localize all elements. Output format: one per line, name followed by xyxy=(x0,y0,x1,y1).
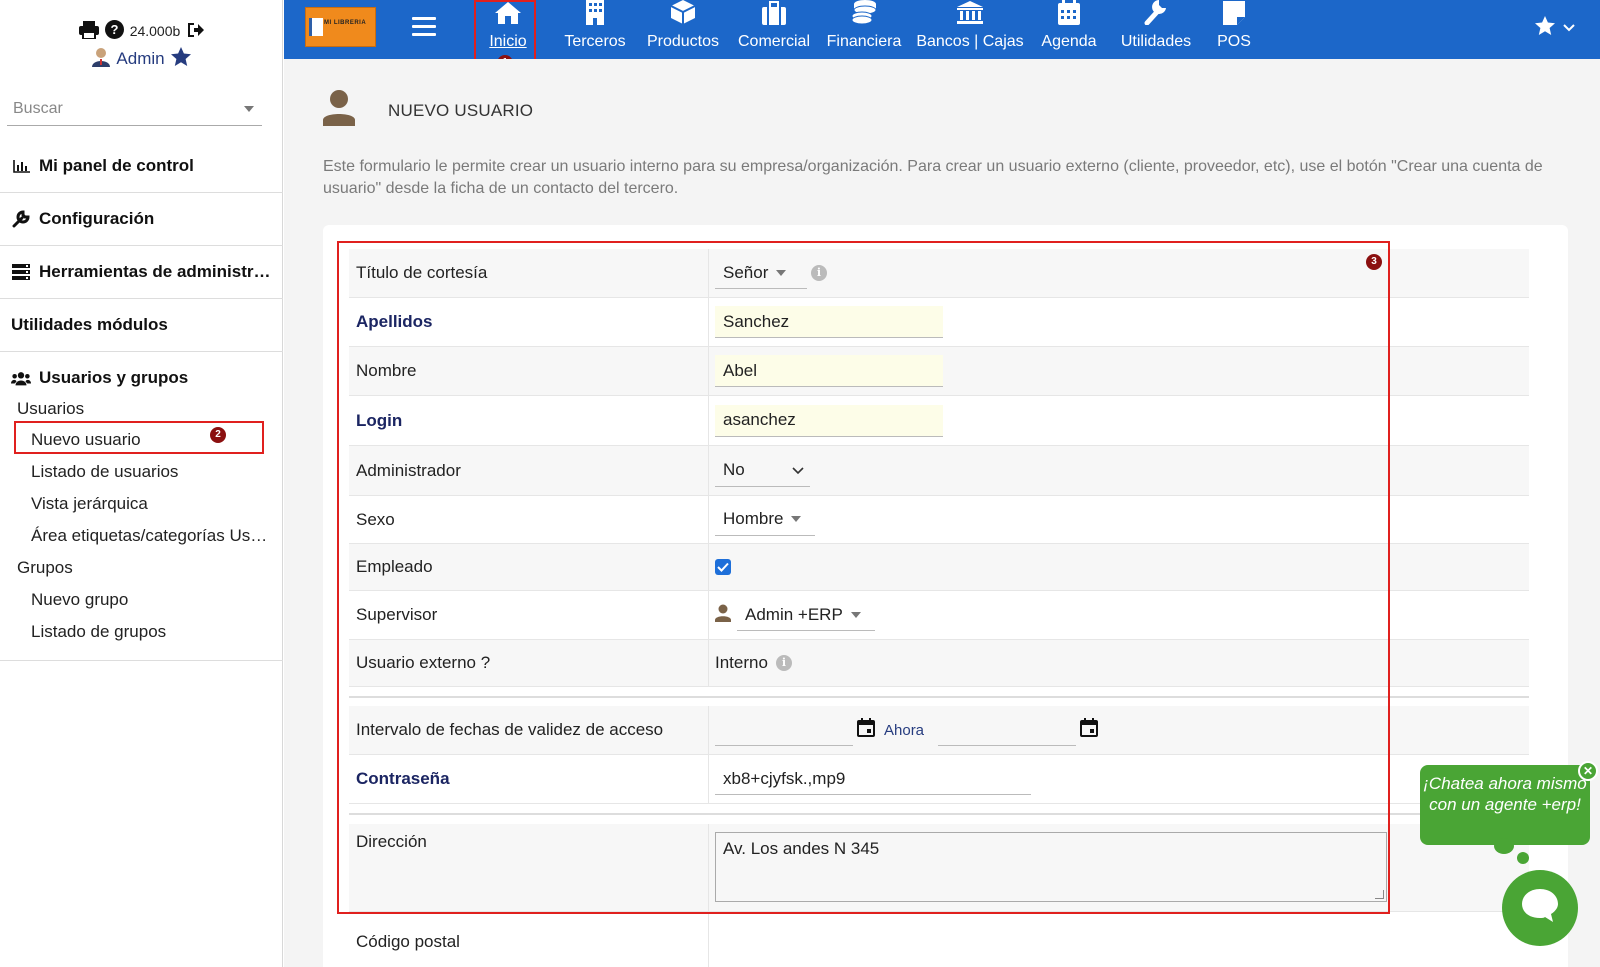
star-icon xyxy=(1535,16,1555,40)
hamburger-menu-icon[interactable] xyxy=(412,17,436,41)
chevron-down-icon xyxy=(244,105,254,112)
users-icon xyxy=(11,371,31,386)
building-icon xyxy=(585,0,605,30)
chat-button[interactable] xyxy=(1502,870,1578,946)
user-icon xyxy=(323,90,355,131)
svg-text:?: ? xyxy=(110,22,118,37)
sidebar-item-tags[interactable]: Área etiquetas/categorías Us… xyxy=(31,526,267,546)
book-icon xyxy=(309,18,323,36)
sidebar-item-user-list[interactable]: Listado de usuarios xyxy=(31,462,178,482)
nav-financiera-label: Financiera xyxy=(826,33,902,50)
sidebar-item-new-user[interactable]: Nuevo usuario xyxy=(31,430,141,450)
step-badge-3: 3 xyxy=(1366,254,1382,270)
coins-icon xyxy=(851,0,877,30)
chat-bubble[interactable]: ¡Chatea ahora mismo con un agente +erp! xyxy=(1420,765,1590,845)
help-icon[interactable]: ? xyxy=(104,20,124,42)
page-title: NUEVO USUARIO xyxy=(388,101,534,120)
sidebar-item-groups[interactable]: Grupos xyxy=(17,558,73,578)
highlight-form xyxy=(337,241,1390,914)
menu-tools-label: Herramientas de administr… xyxy=(39,262,271,281)
server-icon xyxy=(11,264,31,280)
chart-icon xyxy=(11,159,31,173)
nav-comercial-label: Comercial xyxy=(737,33,810,50)
nav-utilidades[interactable]: Utilidades xyxy=(1112,0,1200,59)
printer-icon[interactable] xyxy=(78,20,99,42)
bank-icon xyxy=(957,1,983,30)
nav-productos-label: Productos xyxy=(646,33,720,50)
avatar xyxy=(92,47,111,72)
wrench-icon xyxy=(1144,0,1168,30)
search-input[interactable]: Buscar xyxy=(7,92,262,126)
menu-tools[interactable]: Herramientas de administr… xyxy=(0,246,283,299)
star-icon[interactable] xyxy=(170,47,191,71)
nav-comercial[interactable]: Comercial xyxy=(734,0,814,59)
chat-tail xyxy=(1494,838,1514,854)
nav-terceros[interactable]: Terceros xyxy=(559,0,631,59)
sidebar-user-info: ? 24.000b Admin xyxy=(0,20,283,72)
logout-icon[interactable] xyxy=(186,22,205,41)
user-name[interactable]: Admin xyxy=(116,49,164,69)
nav-bancos-cajas-label: Bancos | Cajas xyxy=(916,33,1024,50)
cube-icon xyxy=(670,0,696,30)
sidebar-item-users[interactable]: Usuarios xyxy=(17,399,84,419)
main-content: NUEVO USUARIO Este formulario le permite… xyxy=(284,59,1600,967)
credits-text: 24.000b xyxy=(129,23,181,39)
nav-bancos-cajas[interactable]: Bancos | Cajas xyxy=(914,0,1026,59)
sidebar-item-hierarchy[interactable]: Vista jerárquica xyxy=(31,494,148,514)
menu-config[interactable]: Configuración xyxy=(0,193,283,246)
company-logo[interactable]: MI LIBRERIA xyxy=(305,7,376,47)
menu-panel[interactable]: Mi panel de control xyxy=(0,140,283,193)
close-icon[interactable]: ✕ xyxy=(1578,761,1598,781)
search-placeholder: Buscar xyxy=(13,99,63,117)
sidebar: ? 24.000b Admin Buscar Mi panel de contr… xyxy=(0,0,283,967)
menu-modules-label: Utilidades módulos xyxy=(11,315,168,334)
menu-config-label: Configuración xyxy=(39,209,155,228)
nav-agenda-label: Agenda xyxy=(1041,33,1097,50)
step-badge-2: 2 xyxy=(210,427,226,443)
nav-utilidades-label: Utilidades xyxy=(1120,33,1192,50)
calendar-icon xyxy=(1057,0,1081,30)
logo-text: MI LIBRERIA xyxy=(324,20,367,26)
label-zip: Código postal xyxy=(349,912,709,967)
nav-agenda[interactable]: Agenda xyxy=(1034,0,1104,59)
sidebar-item-new-group[interactable]: Nuevo grupo xyxy=(31,590,128,610)
sidebar-item-group-list[interactable]: Listado de grupos xyxy=(31,622,166,642)
nav-terceros-label: Terceros xyxy=(564,33,626,50)
briefcase-icon xyxy=(761,1,787,30)
chat-icon xyxy=(1520,887,1560,930)
menu-users-groups-label[interactable]: Usuarios y grupos xyxy=(39,368,188,388)
menu-panel-label: Mi panel de control xyxy=(39,156,194,175)
nav-financiera[interactable]: Financiera xyxy=(824,0,904,59)
wrench-icon xyxy=(11,210,31,228)
chevron-down-icon xyxy=(1563,19,1575,37)
menu-modules[interactable]: Utilidades módulos xyxy=(0,299,283,352)
chat-tail xyxy=(1517,852,1529,864)
nav-pos[interactable]: POS xyxy=(1209,0,1259,59)
top-navbar: MI LIBRERIA Inicio 1 Terceros Productos … xyxy=(284,0,1600,71)
page-description: Este formulario le permite crear un usua… xyxy=(323,158,1543,197)
bookmarks-dropdown[interactable] xyxy=(1535,16,1575,40)
note-icon xyxy=(1223,1,1245,30)
nav-pos-label: POS xyxy=(1217,33,1251,50)
nav-productos[interactable]: Productos xyxy=(642,0,724,59)
row-zip: Código postal xyxy=(349,912,1529,967)
